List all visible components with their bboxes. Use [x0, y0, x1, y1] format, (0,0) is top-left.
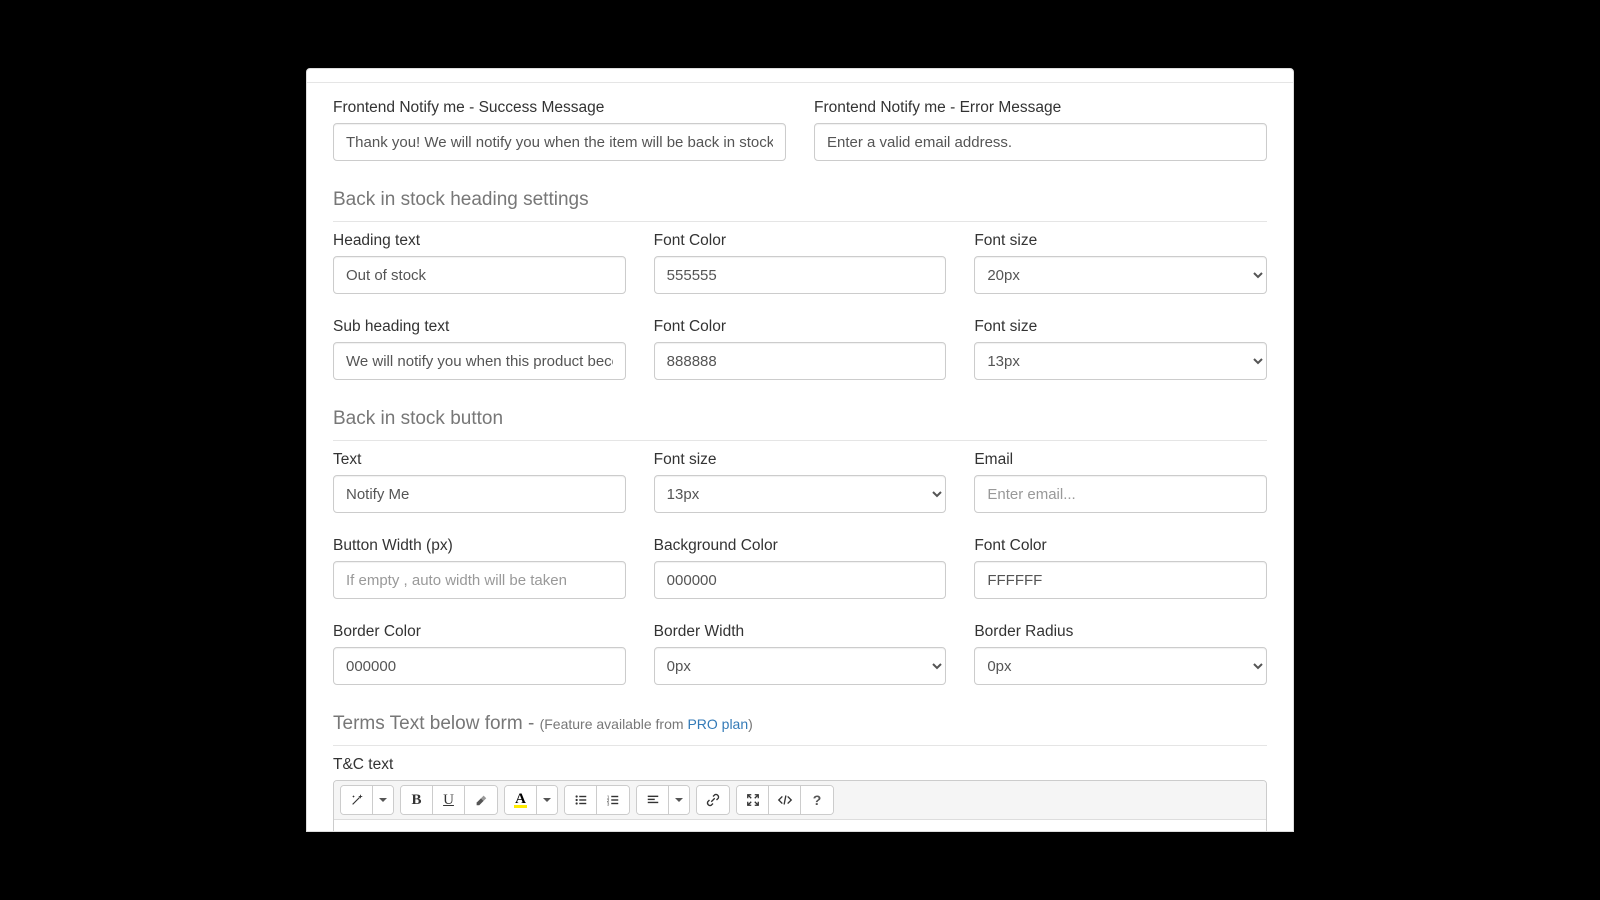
button-font-size-label: Font size: [654, 451, 947, 469]
button-text-label: Text: [333, 451, 626, 469]
subheading-font-color-input[interactable]: [654, 342, 947, 380]
tc-editor-body[interactable]: I agree to all the terms: [334, 820, 1266, 832]
subheading-text-input[interactable]: [333, 342, 626, 380]
chevron-down-icon: [675, 798, 683, 802]
pro-plan-link[interactable]: PRO plan: [687, 716, 748, 732]
subheading-font-size-select[interactable]: 13px: [974, 342, 1267, 380]
heading-text-input[interactable]: [333, 256, 626, 294]
heading-font-color-input[interactable]: [654, 256, 947, 294]
heading-font-size-label: Font size: [974, 232, 1267, 250]
chevron-down-icon: [379, 798, 387, 802]
list-ol-icon: 123: [606, 793, 620, 807]
button-font-color-input[interactable]: [974, 561, 1267, 599]
underline-icon: U: [443, 792, 454, 809]
button-border-color-label: Border Color: [333, 623, 626, 641]
button-text-input[interactable]: [333, 475, 626, 513]
ordered-list-button[interactable]: 123: [597, 786, 629, 814]
align-left-icon: [646, 793, 660, 807]
list-ul-icon: [574, 793, 588, 807]
button-font-size-select[interactable]: 13px: [654, 475, 947, 513]
button-email-label: Email: [974, 451, 1267, 469]
subheading-text-label: Sub heading text: [333, 318, 626, 336]
button-bg-color-input[interactable]: [654, 561, 947, 599]
underline-button[interactable]: U: [433, 786, 465, 814]
editor-toolbar: B U A 123: [334, 781, 1266, 820]
button-section-title: Back in stock button: [333, 408, 1267, 441]
terms-section-title: Terms Text below form - (Feature availab…: [333, 713, 1267, 746]
settings-panel: Frontend Notify me - Success Message Fro…: [306, 68, 1294, 832]
text-color-button[interactable]: A: [505, 786, 537, 814]
fullscreen-icon: [746, 793, 760, 807]
code-view-button[interactable]: [769, 786, 801, 814]
button-width-label: Button Width (px): [333, 537, 626, 555]
eraser-icon: [474, 793, 488, 807]
chevron-down-icon: [543, 798, 551, 802]
fullscreen-button[interactable]: [737, 786, 769, 814]
heading-font-size-select[interactable]: 20px: [974, 256, 1267, 294]
magic-style-dropdown[interactable]: [373, 786, 393, 814]
heading-font-color-label: Font Color: [654, 232, 947, 250]
terms-title-prefix: Terms Text below form: [333, 713, 523, 734]
button-border-width-label: Border Width: [654, 623, 947, 641]
button-font-color-label: Font Color: [974, 537, 1267, 555]
tc-editor: B U A 123: [333, 780, 1267, 832]
text-color-dropdown[interactable]: [537, 786, 557, 814]
link-icon: [706, 793, 720, 807]
bold-button[interactable]: B: [401, 786, 433, 814]
button-border-width-select[interactable]: 0px: [654, 647, 947, 685]
button-bg-color-label: Background Color: [654, 537, 947, 555]
button-border-radius-select[interactable]: 0px: [974, 647, 1267, 685]
magic-style-button[interactable]: [341, 786, 373, 814]
link-button[interactable]: [697, 786, 729, 814]
paragraph-align-dropdown[interactable]: [669, 786, 689, 814]
unordered-list-button[interactable]: [565, 786, 597, 814]
magic-wand-icon: [350, 793, 364, 807]
terms-title-sep: -: [523, 713, 540, 734]
heading-settings-title: Back in stock heading settings: [333, 189, 1267, 222]
button-width-input[interactable]: [333, 561, 626, 599]
terms-title-note: (Feature available from PRO plan): [540, 716, 753, 732]
help-button[interactable]: ?: [801, 786, 833, 814]
error-message-input[interactable]: [814, 123, 1267, 161]
error-message-label: Frontend Notify me - Error Message: [814, 99, 1267, 117]
heading-text-label: Heading text: [333, 232, 626, 250]
svg-text:3: 3: [607, 801, 610, 806]
button-email-input[interactable]: [974, 475, 1267, 513]
text-color-icon: A: [514, 793, 527, 808]
button-border-color-input[interactable]: [333, 647, 626, 685]
button-border-radius-label: Border Radius: [974, 623, 1267, 641]
subheading-font-size-label: Font size: [974, 318, 1267, 336]
tc-text-label: T&C text: [333, 756, 1267, 774]
success-message-input[interactable]: [333, 123, 786, 161]
success-message-label: Frontend Notify me - Success Message: [333, 99, 786, 117]
subheading-font-color-label: Font Color: [654, 318, 947, 336]
code-icon: [777, 793, 793, 807]
panel-top-divider: [307, 77, 1293, 83]
bold-icon: B: [411, 792, 421, 809]
paragraph-align-button[interactable]: [637, 786, 669, 814]
help-icon: ?: [813, 792, 822, 808]
clear-format-button[interactable]: [465, 786, 497, 814]
